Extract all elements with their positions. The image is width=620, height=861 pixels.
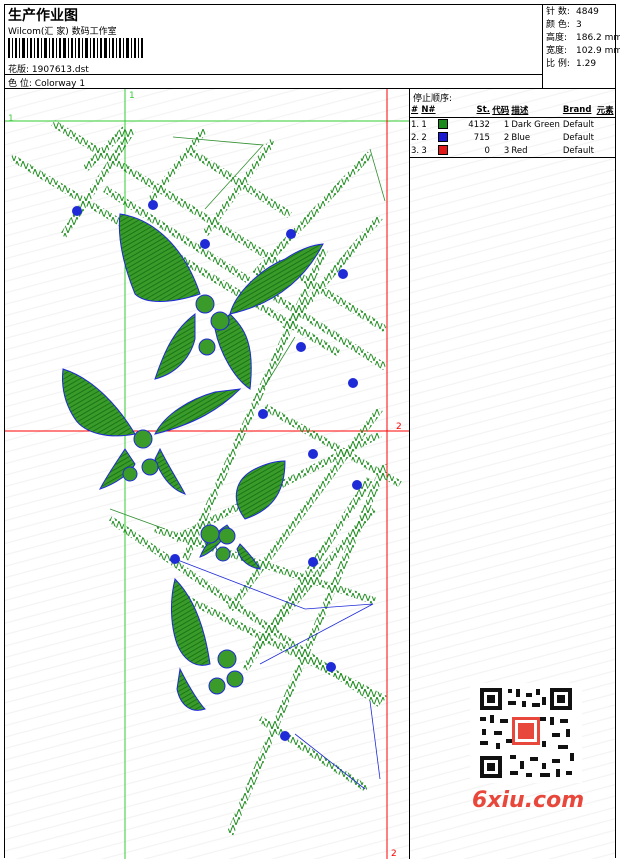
guide-label-h1: 1 <box>8 114 14 124</box>
col-number: N# <box>420 103 437 118</box>
table-row[interactable]: 1. 1 4132 1 Dark Green Default <box>410 118 615 132</box>
colorway: 色 位: Colorway 1 <box>8 79 86 89</box>
page-title: 生产作业图 <box>8 8 78 24</box>
col-index: # <box>410 103 421 118</box>
table-row[interactable]: 3. 3 0 3 Red Default <box>410 144 615 157</box>
qr-code <box>470 683 582 783</box>
stat-stitches: 针 数: 4849 <box>546 7 599 17</box>
col-description: 描述 <box>510 103 562 118</box>
design-canvas[interactable]: 1 1 2 2 <box>5 89 410 859</box>
embroidery-preview <box>5 89 409 859</box>
panel-divider <box>410 157 615 158</box>
col-color <box>436 103 467 118</box>
table-row[interactable]: 2. 2 715 2 Blue Default <box>410 131 615 144</box>
col-stitches: St. <box>466 103 491 118</box>
watermark-logo: 6xiu.com <box>472 788 585 813</box>
stat-height: 高度: 186.2 mm <box>546 33 620 43</box>
color-swatch-blue <box>437 132 448 143</box>
col-element: 元素 <box>595 103 615 118</box>
company-name: Wilcom(汇 家) 数码工作室 <box>8 27 117 37</box>
color-swatch-red <box>437 145 448 156</box>
color-swatch-dark-green <box>437 119 448 130</box>
guide-label-v2: 2 <box>391 849 397 859</box>
guide-label-h2: 2 <box>396 422 402 432</box>
stat-colors: 颜 色: 3 <box>546 20 582 30</box>
col-brand: Brand <box>561 103 596 118</box>
stat-width: 宽度: 102.9 mm <box>546 46 620 56</box>
barcode <box>8 38 143 58</box>
butterfly-top <box>118 213 324 390</box>
design-stats: 针 数: 4849 颜 色: 3 高度: 186.2 mm 宽度: 102.9 mm 比… <box>543 5 620 89</box>
col-code: 代码 <box>490 103 511 118</box>
stat-scale: 比 例: 1.29 <box>546 59 597 69</box>
header-divider <box>5 74 543 75</box>
guide-label-v1: 1 <box>129 91 135 101</box>
header-info: 生产作业图 Wilcom(汇 家) 数码工作室 花版: 1907613.dst … <box>5 5 543 89</box>
stop-sequence-table: # N# St. 代码 描述 Brand 元素 1. 1 4132 1 Dark… <box>410 103 615 157</box>
lattice-stitches <box>9 120 402 836</box>
